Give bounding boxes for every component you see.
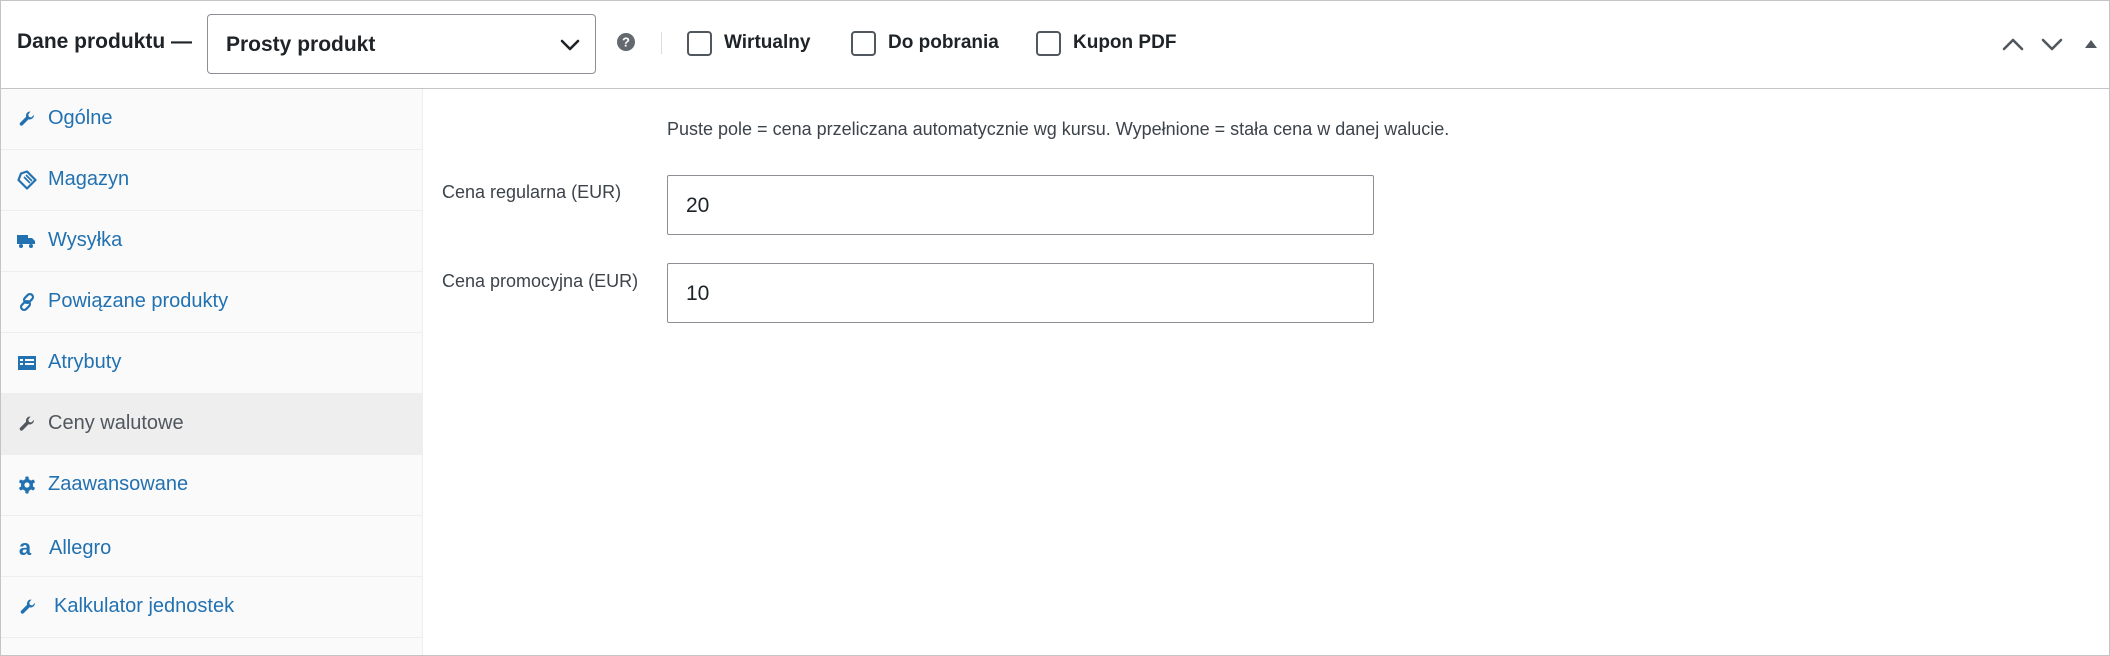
product-type-select[interactable]: Prosty produkt	[207, 14, 596, 74]
triangle-up-icon[interactable]	[2076, 29, 2106, 59]
wrench-icon	[19, 111, 34, 126]
panel-title: Dane produktu —	[17, 30, 193, 53]
virtual-option[interactable]: Wirtualny	[687, 30, 810, 56]
tab-attributes[interactable]: Atrybuty	[1, 333, 423, 394]
virtual-checkbox[interactable]	[687, 30, 712, 56]
tab-label: Powiązane produkty	[48, 290, 229, 312]
tab-inventory[interactable]: Magazyn	[1, 150, 423, 211]
sale-price-value: 10	[686, 282, 710, 305]
regular-price-label: Cena regularna (EUR)	[442, 182, 622, 202]
tab-label: Ogólne	[48, 107, 113, 129]
list-table-icon	[18, 356, 36, 370]
tab-label: Ceny walutowe	[48, 412, 184, 434]
gear-icon	[19, 476, 35, 494]
tab-shipping[interactable]: Wysyłka	[1, 211, 423, 272]
chevron-down-icon[interactable]	[2037, 29, 2067, 59]
pdf-coupon-checkbox[interactable]	[1036, 30, 1061, 56]
tag-icon	[17, 170, 37, 190]
tab-general[interactable]: Ogólne	[1, 89, 423, 150]
truck-icon	[17, 235, 35, 248]
tab-label: Atrybuty	[48, 351, 122, 373]
sale-price-label: Cena promocyjna (EUR)	[442, 271, 639, 291]
tab-allegro[interactable]: a Allegro	[1, 516, 423, 577]
header-divider	[661, 32, 662, 54]
virtual-label[interactable]: Wirtualny	[724, 32, 810, 54]
currency-prices-panel: Puste pole = cena przeliczana automatycz…	[424, 89, 2109, 655]
tab-linked-products[interactable]: Powiązane produkty	[1, 272, 423, 333]
chevron-up-icon[interactable]	[1998, 29, 2028, 59]
tab-label: Magazyn	[48, 168, 130, 190]
downloadable-label[interactable]: Do pobrania	[888, 32, 999, 54]
product-type-value: Prosty produkt	[226, 33, 376, 56]
link-icon	[19, 292, 35, 312]
tab-label: Zaawansowane	[48, 473, 189, 495]
regular-price-value: 20	[686, 194, 710, 217]
panel-header: Dane produktu — Prosty produkt ? Wirtual…	[1, 1, 2109, 89]
wrench-icon	[19, 416, 34, 431]
downloadable-checkbox[interactable]	[851, 30, 876, 56]
tab-label: Kalkulator jednostek	[54, 595, 235, 617]
downloadable-option[interactable]: Do pobrania	[851, 30, 999, 56]
tab-unit-calculator[interactable]: Kalkulator jednostek	[1, 577, 423, 638]
pdf-coupon-label[interactable]: Kupon PDF	[1073, 32, 1176, 54]
tab-label: Allegro	[49, 537, 112, 559]
product-data-tabs: Ogólne Magazyn Wysyłka Powiązane produkt…	[1, 89, 423, 655]
allegro-a-icon: a	[19, 538, 32, 558]
tab-advanced[interactable]: Zaawansowane	[1, 455, 423, 516]
tab-currency-prices[interactable]: Ceny walutowe	[1, 394, 423, 455]
wrench-icon	[20, 599, 35, 614]
tab-label: Wysyłka	[48, 229, 123, 251]
regular-price-input[interactable]: 20	[667, 175, 1374, 235]
question-circle-icon[interactable]: ?	[617, 33, 635, 51]
product-data-panel: Dane produktu — Prosty produkt ? Wirtual…	[0, 0, 2110, 656]
chevron-down-icon	[560, 39, 580, 51]
svg-text:a: a	[19, 538, 32, 558]
hint-text: Puste pole = cena przeliczana automatycz…	[667, 119, 1450, 139]
sale-price-input[interactable]: 10	[667, 263, 1374, 323]
svg-text:?: ?	[622, 35, 630, 50]
pdf-coupon-option[interactable]: Kupon PDF	[1036, 30, 1176, 56]
